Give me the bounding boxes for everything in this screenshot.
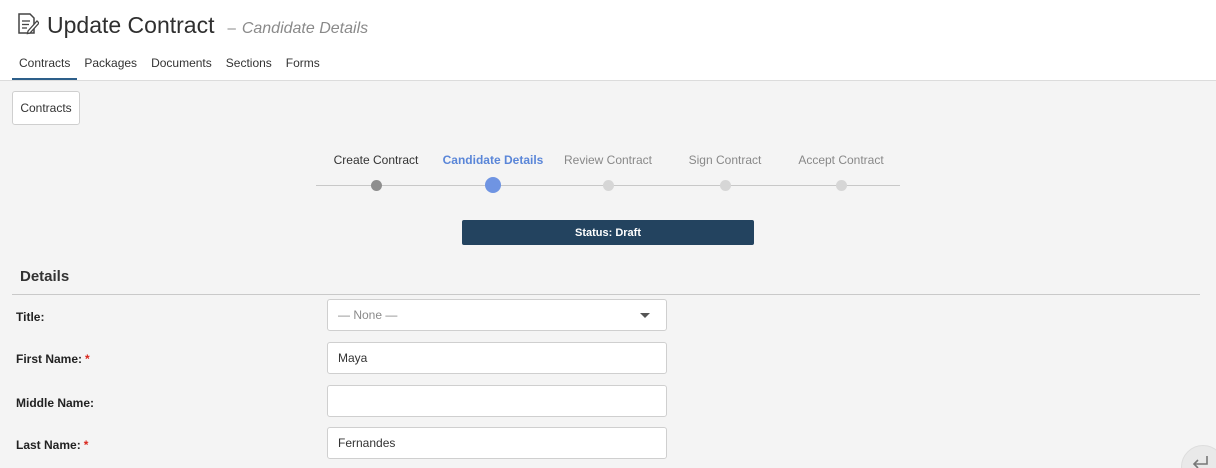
- first-name-field[interactable]: Maya: [327, 342, 667, 374]
- title-label: Title:: [16, 310, 44, 324]
- page-subtitle: Candidate Details: [241, 20, 369, 37]
- first-name-label: First Name: *: [16, 352, 90, 366]
- step-candidate-details[interactable]: Candidate Details: [433, 150, 553, 193]
- section-title-details: Details: [20, 268, 70, 285]
- floating-action-button[interactable]: [1181, 445, 1216, 468]
- title-select-value: — None —: [338, 308, 398, 322]
- step-review-contract[interactable]: Review Contract: [548, 150, 668, 191]
- tab-forms[interactable]: Forms: [279, 52, 327, 80]
- tab-documents[interactable]: Documents: [144, 52, 219, 80]
- last-name-field[interactable]: Fernandes: [327, 427, 667, 459]
- nav-tabs: Contracts Packages Documents Sections Fo…: [12, 52, 327, 80]
- progress-stepper: Create Contract Candidate Details Review…: [316, 150, 900, 200]
- tab-packages[interactable]: Packages: [77, 52, 144, 80]
- step-dot: [485, 177, 501, 193]
- step-label: Accept Contract: [798, 153, 884, 167]
- required-marker: *: [83, 438, 89, 452]
- step-label: Candidate Details: [442, 153, 544, 167]
- step-label: Review Contract: [563, 153, 653, 167]
- enter-arrow-icon: [1192, 456, 1208, 468]
- chevron-down-icon: [640, 312, 650, 318]
- step-accept-contract[interactable]: Accept Contract: [781, 150, 901, 191]
- middle-name-label: Middle Name:: [16, 396, 94, 410]
- title-separator: –: [227, 20, 236, 37]
- step-sign-contract[interactable]: Sign Contract: [665, 150, 785, 191]
- title-select[interactable]: — None —: [327, 299, 667, 331]
- tab-sections[interactable]: Sections: [219, 52, 279, 80]
- step-label: Create Contract: [333, 153, 419, 167]
- tab-contracts[interactable]: Contracts: [12, 52, 78, 80]
- last-name-label-text: Last Name:: [16, 438, 81, 452]
- edit-document-icon: [17, 12, 40, 36]
- contracts-button[interactable]: Contracts: [12, 91, 80, 125]
- last-name-label: Last Name: *: [16, 438, 88, 452]
- title-label-text: Title:: [16, 310, 45, 324]
- step-dot: [602, 180, 614, 191]
- required-marker: *: [85, 352, 90, 366]
- step-dot: [835, 180, 847, 191]
- step-create-contract[interactable]: Create Contract: [316, 150, 436, 191]
- page-title: Update Contract: [47, 12, 215, 38]
- step-label: Sign Contract: [688, 153, 762, 167]
- status-badge: Status: Draft: [462, 220, 754, 245]
- title-row: Update Contract – Candidate Details: [17, 9, 368, 39]
- first-name-label-text: First Name:: [16, 352, 83, 366]
- step-dot: [370, 180, 382, 191]
- top-header: Update Contract – Candidate Details Cont…: [0, 0, 1216, 81]
- middle-name-label-text: Middle Name:: [16, 396, 95, 410]
- middle-name-field[interactable]: [327, 385, 667, 417]
- step-dot: [719, 180, 731, 191]
- section-divider: [12, 294, 1200, 295]
